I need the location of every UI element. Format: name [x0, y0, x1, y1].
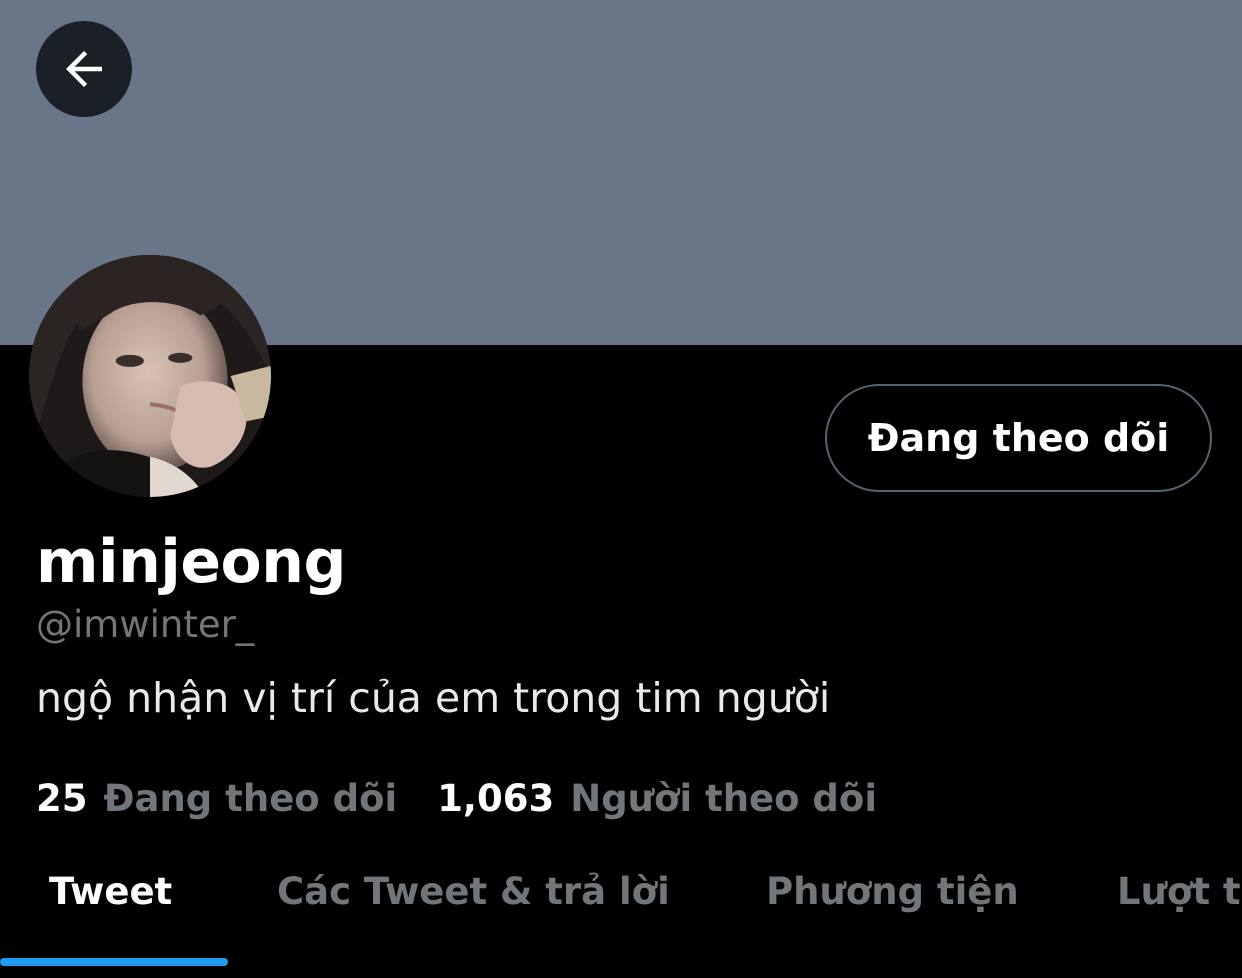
- followers-count: 1,063: [437, 777, 555, 820]
- back-button[interactable]: [36, 21, 132, 117]
- tab-media[interactable]: Phương tiện: [766, 870, 1019, 913]
- username-handle: @imwinter_: [36, 603, 255, 646]
- profile-bio: ngộ nhận vị trí của em trong tim người: [36, 674, 831, 722]
- tab-tweets-and-replies[interactable]: Các Tweet & trả lời: [277, 870, 670, 913]
- arrow-left-icon: [66, 51, 102, 87]
- following-count: 25: [36, 777, 88, 820]
- follow-stats: 25 Đang theo dõi 1,063 Người theo dõi: [36, 777, 877, 820]
- following-label: Đang theo dõi: [103, 777, 398, 820]
- tab-tweets[interactable]: Tweet: [49, 870, 172, 913]
- display-name: minjeong: [36, 527, 346, 597]
- avatar-photo: [29, 255, 271, 497]
- followers-label: Người theo dõi: [570, 777, 878, 820]
- following-toggle-button[interactable]: Đang theo dõi: [825, 384, 1212, 492]
- profile-tabs: Tweet Các Tweet & trả lời Phương tiện Lư…: [0, 840, 1242, 978]
- profile-screen: Đang theo dõi minjeong @imwinter_ ngộ nh…: [0, 0, 1242, 978]
- active-tab-indicator: [0, 958, 228, 966]
- followers-stat-link[interactable]: 1,063 Người theo dõi: [437, 777, 877, 820]
- following-stat-link[interactable]: 25 Đang theo dõi: [36, 777, 397, 820]
- tab-likes[interactable]: Lượt thích: [1117, 870, 1242, 913]
- avatar[interactable]: [29, 255, 271, 497]
